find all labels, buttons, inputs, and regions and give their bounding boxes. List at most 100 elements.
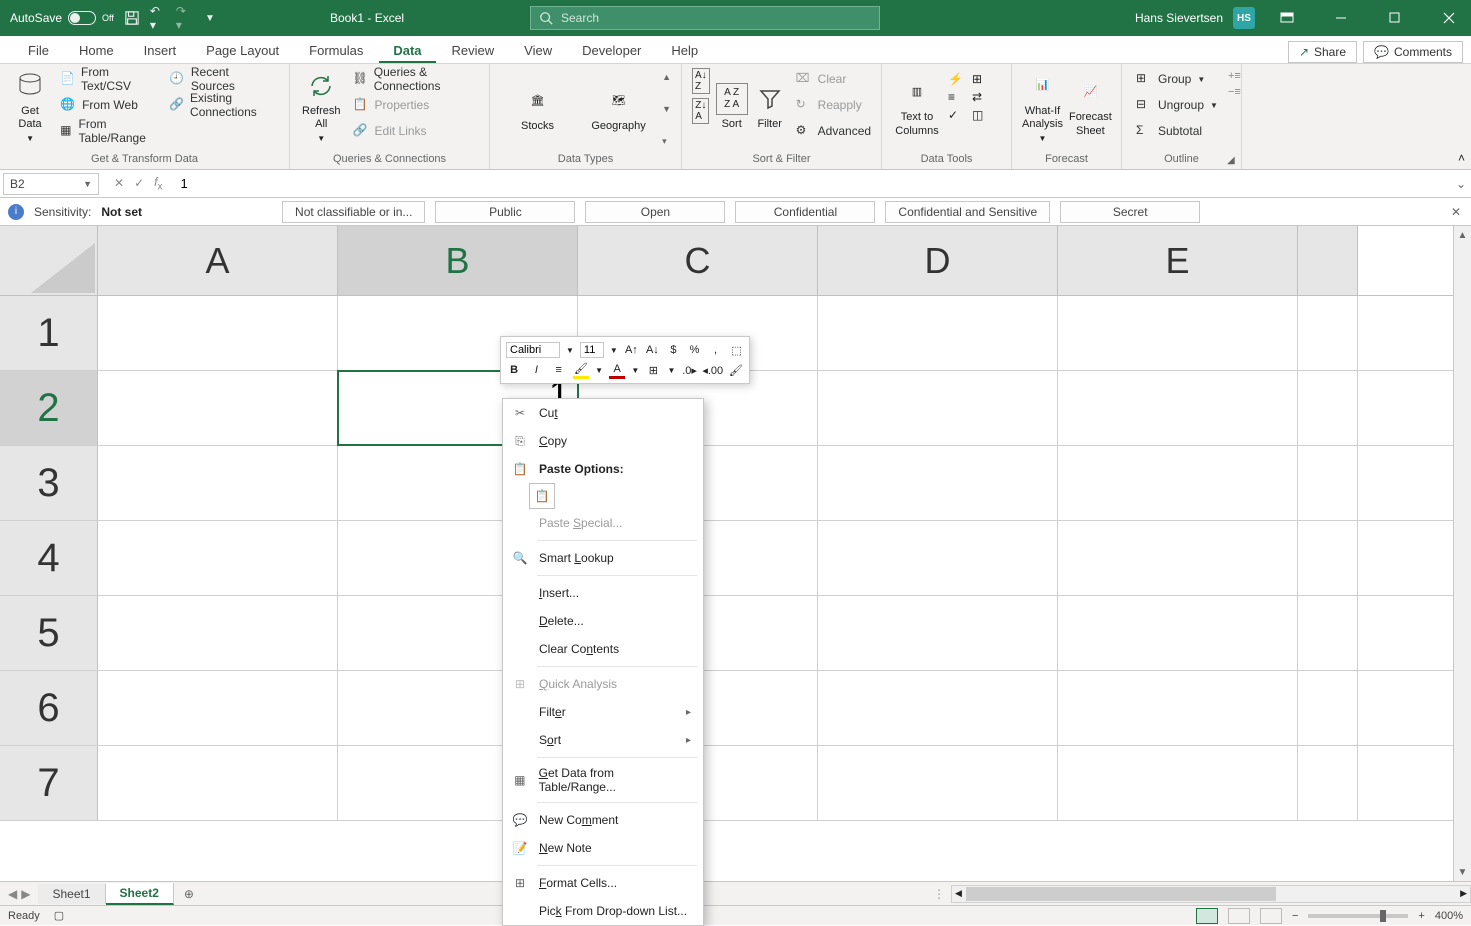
advanced-filter-button[interactable]: ⚙Advanced [792, 120, 875, 142]
name-box[interactable]: B2▼ [3, 173, 99, 195]
cell[interactable] [1298, 671, 1358, 745]
ctx-quick-analysis[interactable]: ⊞Quick Analysis [503, 670, 703, 698]
edit-links-button[interactable]: 🔗Edit Links [349, 120, 479, 142]
row-header-3[interactable]: 3 [0, 446, 98, 520]
format-painter-icon[interactable]: 🖌 [728, 361, 744, 379]
select-all-corner[interactable] [0, 226, 98, 295]
ctx-format-cells[interactable]: ⊞Format Cells... [503, 869, 703, 897]
cell[interactable] [1058, 446, 1298, 520]
merge-center-icon[interactable]: ⬚ [729, 341, 744, 359]
sens-chip-4[interactable]: Confidential and Sensitive [885, 201, 1050, 223]
cell[interactable] [1298, 296, 1358, 370]
queries-connections-button[interactable]: ⛓Queries & Connections [349, 68, 479, 90]
cell[interactable] [818, 596, 1058, 670]
normal-view-icon[interactable] [1196, 908, 1218, 924]
align-icon[interactable]: ≡ [551, 361, 567, 379]
sens-chip-2[interactable]: Open [585, 201, 725, 223]
page-break-view-icon[interactable] [1260, 908, 1282, 924]
sheet-nav-next-icon[interactable]: ▶ [21, 887, 30, 901]
relationships-icon[interactable]: ⇄ [972, 90, 992, 104]
cell[interactable] [1058, 296, 1298, 370]
cell[interactable] [98, 746, 338, 820]
cell[interactable] [1298, 746, 1358, 820]
hide-detail-icon[interactable]: −≡ [1228, 86, 1241, 98]
tab-help[interactable]: Help [657, 37, 712, 63]
cell[interactable] [1298, 371, 1358, 445]
show-detail-icon[interactable]: +≡ [1228, 70, 1241, 82]
cell[interactable] [1058, 746, 1298, 820]
cell[interactable] [1058, 596, 1298, 670]
sensitivity-close-icon[interactable]: ✕ [1451, 205, 1461, 219]
nav-down-icon[interactable]: ▼ [662, 104, 671, 114]
col-header-F[interactable] [1298, 226, 1358, 295]
remove-dup-icon[interactable]: ≡ [948, 90, 968, 104]
comma-format-icon[interactable]: , [708, 341, 723, 359]
zoom-out-icon[interactable]: − [1292, 910, 1298, 922]
collapse-ribbon-icon[interactable]: ˄ [1458, 151, 1465, 165]
cell[interactable] [1298, 521, 1358, 595]
col-header-D[interactable]: D [818, 226, 1058, 295]
col-header-E[interactable]: E [1058, 226, 1298, 295]
refresh-all-button[interactable]: Refresh All▼ [300, 68, 343, 146]
cell[interactable] [1058, 521, 1298, 595]
row-header-1[interactable]: 1 [0, 296, 98, 370]
sheet-tab-sheet2[interactable]: Sheet2 [106, 883, 174, 905]
properties-button[interactable]: 📋Properties [349, 94, 479, 116]
nav-more-icon[interactable]: ▾ [662, 136, 671, 147]
group-button[interactable]: ⊞Group ▼ [1132, 68, 1222, 90]
cell[interactable] [818, 296, 1058, 370]
what-if-button[interactable]: 📊What-If Analysis▼ [1022, 68, 1063, 146]
cell[interactable] [98, 671, 338, 745]
ctx-delete[interactable]: Delete... [503, 607, 703, 635]
row-header-7[interactable]: 7 [0, 746, 98, 820]
zoom-level[interactable]: 400% [1435, 910, 1463, 922]
accounting-format-icon[interactable]: $ [666, 341, 681, 359]
bold-icon[interactable]: B [506, 361, 522, 379]
vertical-scrollbar[interactable]: ▲▼ [1453, 226, 1471, 881]
ctx-new-comment[interactable]: 💬New Comment [503, 806, 703, 834]
sheet-tab-sheet1[interactable]: Sheet1 [38, 884, 105, 904]
ctx-clear[interactable]: Clear Contents [503, 635, 703, 663]
ribbon-display-options-icon[interactable] [1265, 0, 1309, 36]
sens-chip-5[interactable]: Secret [1060, 201, 1200, 223]
sort-az-icon[interactable]: A↓Z [692, 68, 710, 94]
col-header-A[interactable]: A [98, 226, 338, 295]
flash-fill-icon[interactable]: ⚡ [948, 72, 968, 86]
ungroup-button[interactable]: ⊟Ungroup ▼ [1132, 94, 1222, 116]
cell[interactable] [98, 446, 338, 520]
increase-font-icon[interactable]: A↑ [624, 341, 639, 359]
tab-view[interactable]: View [510, 37, 566, 63]
cell[interactable] [818, 521, 1058, 595]
mini-size-input[interactable] [580, 342, 604, 358]
from-text-csv-button[interactable]: 📄From Text/CSV [56, 68, 159, 90]
ctx-cut[interactable]: ✂Cut [503, 399, 703, 427]
ctx-filter[interactable]: Filter▸ [503, 698, 703, 726]
row-header-5[interactable]: 5 [0, 596, 98, 670]
paste-option-default[interactable]: 📋 [529, 483, 555, 509]
filter-button[interactable]: Filter [754, 68, 786, 146]
text-to-columns-button[interactable]: ▥Text to Columns [892, 68, 942, 146]
cell[interactable] [818, 746, 1058, 820]
forecast-sheet-button[interactable]: 📈Forecast Sheet [1069, 68, 1112, 146]
dialog-launcher-icon[interactable]: ◢ [1227, 155, 1239, 167]
sort-za-icon[interactable]: Z↓A [692, 98, 709, 124]
zoom-in-icon[interactable]: + [1418, 910, 1424, 922]
sens-chip-3[interactable]: Confidential [735, 201, 875, 223]
horizontal-scrollbar[interactable]: ◀▶ [951, 885, 1471, 903]
subtotal-button[interactable]: ΣSubtotal [1132, 120, 1222, 142]
macro-record-icon[interactable]: ▢ [54, 909, 64, 922]
cell[interactable] [1058, 371, 1298, 445]
cell[interactable] [818, 371, 1058, 445]
cell[interactable] [98, 521, 338, 595]
sheet-nav-prev-icon[interactable]: ◀ [8, 887, 17, 901]
cell[interactable] [1298, 446, 1358, 520]
share-button[interactable]: ↗Share [1288, 41, 1357, 63]
ctx-copy[interactable]: ⎘Copy [503, 427, 703, 455]
from-web-button[interactable]: 🌐From Web [56, 94, 159, 116]
cell[interactable] [98, 596, 338, 670]
tab-data[interactable]: Data [379, 37, 435, 63]
get-data-button[interactable]: Get Data▼ [10, 68, 50, 146]
data-validation-icon[interactable]: ✓ [948, 108, 968, 122]
qat-customize-icon[interactable]: ▼ [202, 10, 218, 26]
ctx-sort[interactable]: Sort▸ [503, 726, 703, 754]
